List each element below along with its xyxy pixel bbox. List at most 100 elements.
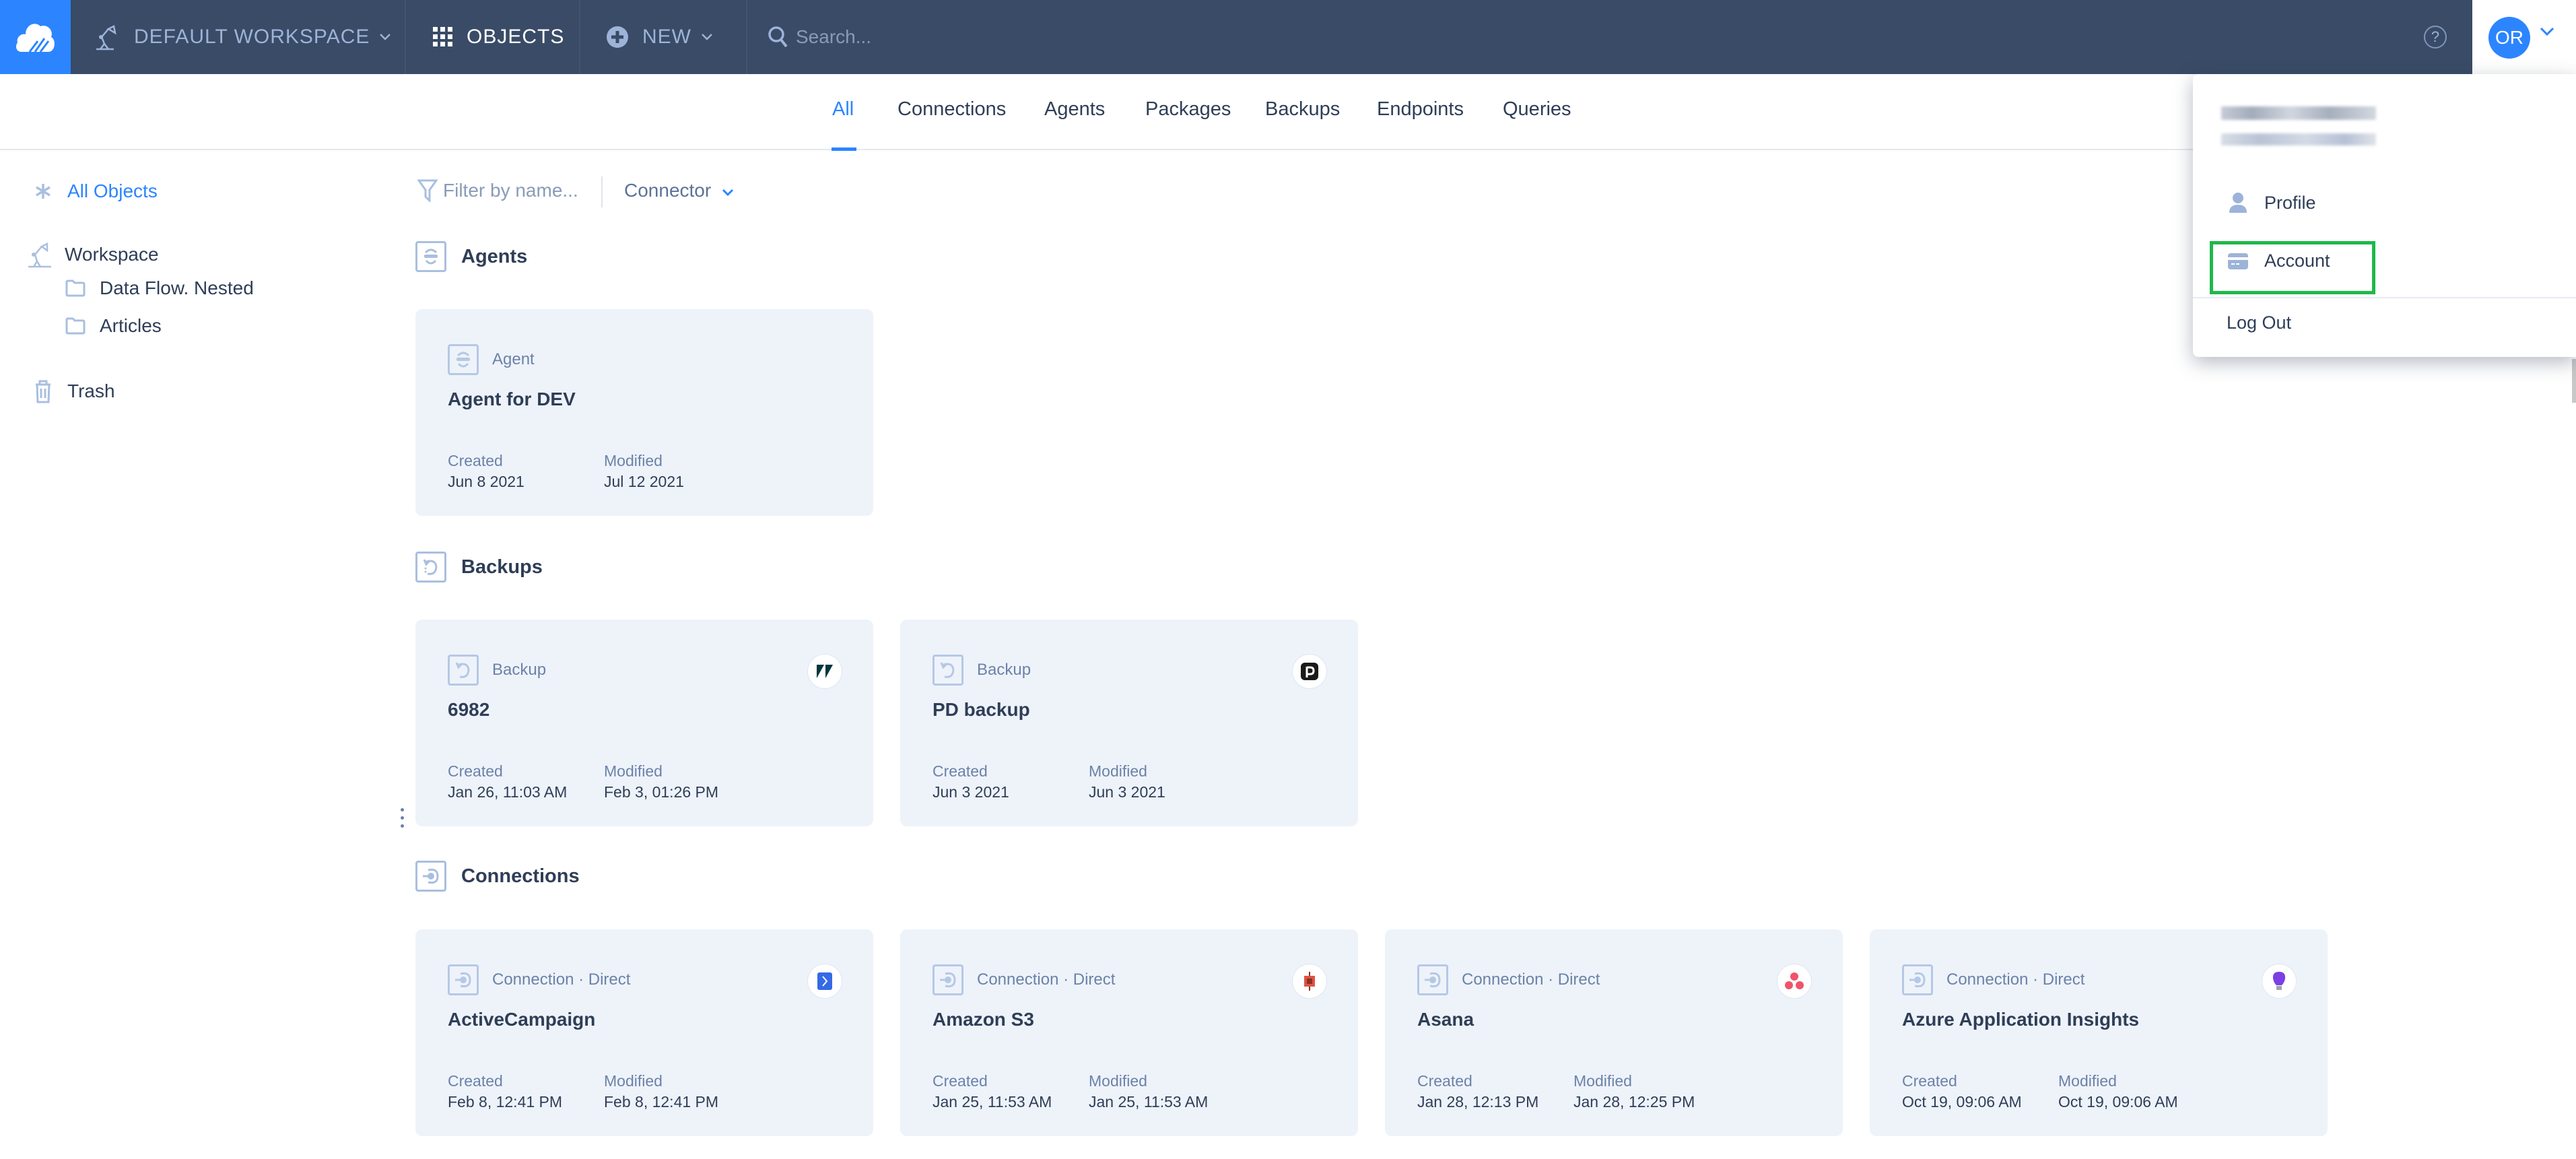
user-name-redacted — [2221, 106, 2376, 120]
created-label: Created — [448, 452, 503, 469]
object-card[interactable]: Connection · Direct Amazon S3 Created Jan… — [900, 929, 1358, 1136]
pipedrive-logo-icon — [1292, 654, 1327, 689]
global-search — [768, 0, 1200, 74]
sidebar-item-trash[interactable]: Trash — [30, 379, 115, 403]
account-highlight-box — [2210, 241, 2375, 294]
tab-backups[interactable]: Backups — [1265, 98, 1340, 121]
page-scrollbar[interactable] — [2572, 359, 2576, 403]
chevron-down-icon — [702, 34, 712, 40]
trash-icon — [36, 380, 50, 403]
card-type: Agent — [492, 350, 535, 368]
object-card[interactable]: Agent Agent for DEV Created Jun 8 2021 Mo… — [415, 309, 873, 516]
object-card[interactable]: Backup 6982 Created Jan 26, 11:03 AM Modi… — [415, 620, 873, 826]
tab-connections[interactable]: Connections — [897, 98, 1006, 121]
sidebar-item-all-objects[interactable]: All Objects — [30, 180, 158, 202]
object-card[interactable]: Connection · Direct Asana Created Jan 28,… — [1385, 929, 1843, 1136]
backup-icon — [940, 662, 955, 678]
created-label: Created — [1902, 1072, 1957, 1090]
tab-all[interactable]: All — [832, 98, 854, 121]
modified-label: Modified — [2058, 1072, 2117, 1090]
objects-nav-button[interactable]: OBJECTS — [406, 0, 580, 74]
asana-logo-icon — [1777, 964, 1812, 999]
card-type: Backup — [977, 661, 1031, 679]
connector-label: Connector — [624, 180, 712, 201]
chevron-down-icon — [722, 189, 734, 197]
sidebar-item-data-flow-nested[interactable]: Data Flow. Nested — [62, 277, 254, 299]
grid-icon — [433, 27, 452, 46]
menu-divider — [2193, 297, 2576, 298]
workspace-selector[interactable]: DEFAULT WORKSPACE — [71, 0, 406, 74]
folder-icon — [65, 279, 86, 297]
active-tab-indicator — [832, 147, 856, 151]
modified-label: Modified — [1573, 1072, 1632, 1090]
avatar[interactable]: OR — [2488, 17, 2530, 59]
app-logo[interactable] — [0, 0, 71, 74]
connection-icon — [940, 972, 956, 988]
asterisk-icon — [36, 184, 50, 199]
created-value: Jun 8 2021 — [448, 473, 524, 490]
search-icon — [768, 26, 788, 48]
tab-packages[interactable]: Packages — [1145, 98, 1231, 121]
created-label: Created — [933, 762, 988, 780]
card-type: Connection · Direct — [1946, 970, 2085, 989]
connection-icon — [1425, 972, 1441, 988]
created-value: Jan 28, 12:13 PM — [1417, 1093, 1539, 1111]
card-name: Asana — [1417, 1009, 1475, 1030]
folder-icon — [65, 317, 86, 335]
modified-label: Modified — [1089, 762, 1147, 780]
plus-circle-icon — [607, 26, 628, 48]
tab-agents[interactable]: Agents — [1044, 98, 1105, 121]
new-button[interactable]: NEW — [580, 0, 747, 74]
workspace-lamp-icon — [28, 242, 51, 268]
modified-value: Feb 3, 01:26 PM — [604, 783, 719, 801]
connection-icon — [455, 972, 471, 988]
drag-handle[interactable] — [401, 808, 405, 828]
help-icon[interactable]: ? — [2424, 26, 2447, 48]
section-header-connections: Connections — [415, 861, 580, 892]
connector-dropdown[interactable]: Connector — [624, 180, 734, 201]
sidebar-item-workspace[interactable]: Workspace — [27, 241, 159, 268]
agent-icon — [424, 249, 438, 265]
created-value: Feb 8, 12:41 PM — [448, 1093, 563, 1111]
tab-endpoints[interactable]: Endpoints — [1377, 98, 1464, 121]
section-header-backups: Backups — [415, 552, 543, 583]
card-type: Connection · Direct — [1462, 970, 1600, 989]
logout-button[interactable]: Log Out — [2227, 312, 2291, 333]
object-card[interactable]: Connection · Direct ActiveCampaign Creat… — [415, 929, 873, 1136]
name-filter — [417, 179, 591, 202]
created-value: Jan 26, 11:03 AM — [448, 783, 568, 801]
chevron-down-icon — [2540, 27, 2554, 36]
user-menu-toggle[interactable]: OR — [2472, 0, 2576, 74]
amazon-s3-logo-icon — [1292, 964, 1327, 999]
card-name: Azure Application Insights — [1902, 1009, 2140, 1030]
section-header-agents: Agents — [415, 241, 527, 272]
azure-app-insights-logo-icon — [2262, 964, 2297, 999]
cloud-logo-icon — [15, 24, 55, 53]
card-type: Connection · Direct — [977, 970, 1116, 989]
object-card[interactable]: Backup PD backup Created Jun 3 2021 Modif… — [900, 620, 1358, 826]
card-name: PD backup — [933, 699, 1030, 720]
sidebar-item-label: Workspace — [65, 244, 159, 265]
activecampaign-logo-icon — [807, 964, 842, 999]
user-icon — [2229, 193, 2247, 213]
card-name: 6982 — [448, 699, 490, 720]
modified-value: Jan 25, 11:53 AM — [1089, 1093, 1209, 1111]
connection-icon — [423, 868, 439, 884]
created-label: Created — [933, 1072, 988, 1090]
backup-icon — [423, 559, 438, 575]
object-card[interactable]: Connection · Direct Azure Application In… — [1870, 929, 2328, 1136]
card-name: ActiveCampaign — [448, 1009, 596, 1030]
modified-label: Modified — [604, 1072, 663, 1090]
menu-item-profile[interactable]: Profile — [2227, 191, 2316, 214]
modified-value: Oct 19, 09:06 AM — [2058, 1093, 2178, 1111]
created-label: Created — [1417, 1072, 1472, 1090]
filter-by-name-input[interactable] — [443, 180, 591, 201]
tab-queries[interactable]: Queries — [1503, 98, 1571, 121]
object-type-tabs: All Connections Agents Packages Backups … — [0, 74, 2576, 151]
modified-value: Jun 3 2021 — [1089, 783, 1165, 801]
section-title: Agents — [461, 245, 528, 267]
objects-label: OBJECTS — [467, 26, 565, 48]
sidebar-item-articles[interactable]: Articles — [62, 315, 162, 337]
section-title: Connections — [461, 865, 580, 887]
search-input[interactable] — [796, 26, 1200, 48]
